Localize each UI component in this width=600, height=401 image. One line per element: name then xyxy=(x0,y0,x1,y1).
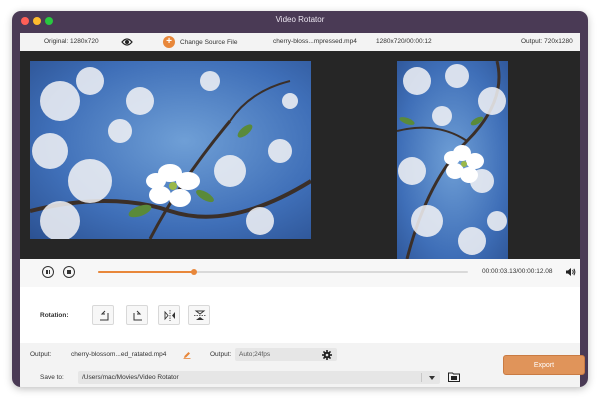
flip-vertical-icon xyxy=(194,310,206,320)
output-format-value: Auto;24fps xyxy=(239,351,271,358)
info-bar: Original: 1280x720 + Change Source File … xyxy=(20,33,580,51)
title-bar: Video Rotator xyxy=(12,11,588,31)
rotate-left-icon xyxy=(100,310,109,321)
progress-fill xyxy=(98,271,195,273)
rotate-right-icon xyxy=(133,310,142,321)
progress-slider[interactable] xyxy=(98,269,468,275)
gear-icon[interactable] xyxy=(322,350,332,360)
rotation-label: Rotation: xyxy=(40,312,69,319)
preview-area xyxy=(20,51,580,259)
pause-button[interactable] xyxy=(42,266,54,278)
export-button[interactable]: Export xyxy=(503,355,585,375)
playback-controls: 00:00:03.13/00:00:12.08 xyxy=(20,259,580,287)
save-path-value: /Users/mac/Movies/Video Rotator xyxy=(82,374,179,381)
flip-horizontal-icon xyxy=(164,310,175,321)
original-resolution: Original: 1280x720 xyxy=(44,38,99,45)
change-source-label: Change Source File xyxy=(180,38,238,46)
eye-icon[interactable] xyxy=(121,37,133,47)
window-title: Video Rotator xyxy=(275,15,325,24)
edit-icon[interactable] xyxy=(183,351,191,359)
path-divider xyxy=(421,373,422,382)
stop-button[interactable] xyxy=(63,266,75,278)
output-format-label: Output: xyxy=(210,351,232,358)
source-file-name: cherry-bloss...mpressed.mp4 xyxy=(273,38,357,45)
progress-thumb[interactable] xyxy=(191,269,198,275)
folder-icon[interactable] xyxy=(448,372,460,382)
chevron-down-icon[interactable] xyxy=(429,376,435,380)
volume-icon[interactable] xyxy=(565,267,576,277)
rotate-left-button[interactable] xyxy=(92,305,114,325)
plus-icon: + xyxy=(163,36,175,48)
original-preview xyxy=(30,61,311,239)
output-file-name: cherry-blossom...ed_ratated.mp4 xyxy=(71,351,167,358)
save-path-select[interactable]: /Users/mac/Movies/Video Rotator xyxy=(78,371,440,384)
output-resolution: Output: 720x1280 xyxy=(521,38,573,45)
original-video-frame xyxy=(30,61,311,239)
flip-horizontal-button[interactable] xyxy=(158,305,180,325)
save-to-label: Save to: xyxy=(40,374,64,381)
app-window: Video Rotator Original: 1280x720 + Chang… xyxy=(12,11,588,387)
rotation-panel: Rotation: xyxy=(20,287,580,343)
output-file-label: Output: xyxy=(30,351,52,358)
playback-time: 00:00:03.13/00:00:12.08 xyxy=(482,268,553,275)
change-source-button[interactable]: + Change Source File xyxy=(163,35,237,49)
output-video-frame xyxy=(397,61,508,259)
output-preview xyxy=(397,61,508,259)
output-settings: Output: cherry-blossom...ed_ratated.mp4 … xyxy=(20,343,585,387)
source-file-meta: 1280x720/00:00:12 xyxy=(376,38,432,45)
flip-vertical-button[interactable] xyxy=(188,305,210,325)
rotate-right-button[interactable] xyxy=(126,305,148,325)
